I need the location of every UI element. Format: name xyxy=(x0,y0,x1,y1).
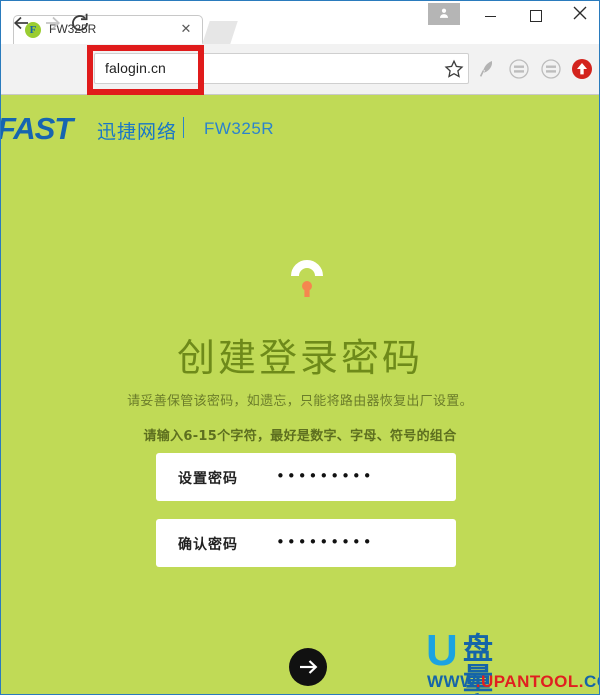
brand-model-name: FW325R xyxy=(204,119,275,138)
tab-close-icon[interactable]: ✕ xyxy=(178,21,194,37)
reload-button[interactable] xyxy=(67,12,93,38)
close-window-button[interactable] xyxy=(557,1,599,31)
right-arrow-icon xyxy=(300,660,318,674)
watermark-url-name: UPANTOOL xyxy=(480,672,579,691)
router-setup-page: FAST 迅捷网络 FW325R 创建登录密码 请妥善保管该密码，如遗忘，只能将… xyxy=(1,95,599,694)
reload-icon xyxy=(72,13,88,31)
profile-avatar-icon xyxy=(438,7,450,21)
minimize-icon xyxy=(484,15,496,17)
confirm-password-field[interactable]: 确认密码 ••••••••• xyxy=(156,519,456,567)
address-bar[interactable]: falogin.cn xyxy=(94,53,469,84)
back-arrow-icon xyxy=(13,16,28,30)
set-password-field[interactable]: 设置密码 ••••••••• xyxy=(156,453,456,501)
maximize-icon xyxy=(530,10,542,23)
confirm-password-label: 确认密码 xyxy=(178,537,238,553)
profile-avatar-button[interactable] xyxy=(428,3,460,25)
fast-logo: FAST xyxy=(1,111,73,146)
back-button[interactable] xyxy=(9,12,35,38)
address-bar-text[interactable]: falogin.cn xyxy=(105,60,166,76)
set-password-label: 设置密码 xyxy=(178,471,238,487)
maximize-button[interactable] xyxy=(513,1,559,31)
new-tab-button[interactable] xyxy=(202,21,238,44)
site-watermark: U 盘量产网 WWW.UPANTOOL.COM xyxy=(426,629,599,695)
feather-extension-icon[interactable] xyxy=(475,57,499,81)
confirm-password-input[interactable]: ••••••••• xyxy=(276,533,374,551)
bookmark-star-icon[interactable] xyxy=(444,59,464,79)
minimize-button[interactable] xyxy=(467,1,513,31)
watermark-url-tld: COM xyxy=(584,672,599,691)
forward-arrow-icon xyxy=(46,16,61,30)
brand-divider xyxy=(183,117,184,138)
brand-header: FAST 迅捷网络 FW325R xyxy=(1,111,599,146)
brand-company-name: 迅捷网络 xyxy=(97,122,178,143)
reader-extension-icon[interactable] xyxy=(507,57,531,81)
watermark-url-www: WWW xyxy=(427,672,476,691)
watermark-logo-letter: U xyxy=(426,626,458,675)
open-padlock-icon xyxy=(289,250,325,298)
password-warning-text: 请妥善保管该密码，如遗忘，只能将路由器恢复出厂设置。 xyxy=(127,394,473,409)
set-password-input[interactable]: ••••••••• xyxy=(276,467,374,485)
watermark-url: WWW.UPANTOOL.COM xyxy=(427,672,599,692)
browser-window: F FW325R ✕ falogin.cn FAST 迅捷网络 FW325R 创… xyxy=(0,0,600,695)
forward-button xyxy=(39,12,65,38)
password-rule-hint: 请输入6-15个字符，最好是数字、字母、符号的组合 xyxy=(143,429,457,444)
close-icon xyxy=(573,6,587,20)
page-title: 创建登录密码 xyxy=(176,336,423,380)
download-arrow-icon[interactable] xyxy=(571,58,593,80)
submit-arrow-button[interactable] xyxy=(289,648,327,686)
reader-extension-icon-2[interactable] xyxy=(539,57,563,81)
